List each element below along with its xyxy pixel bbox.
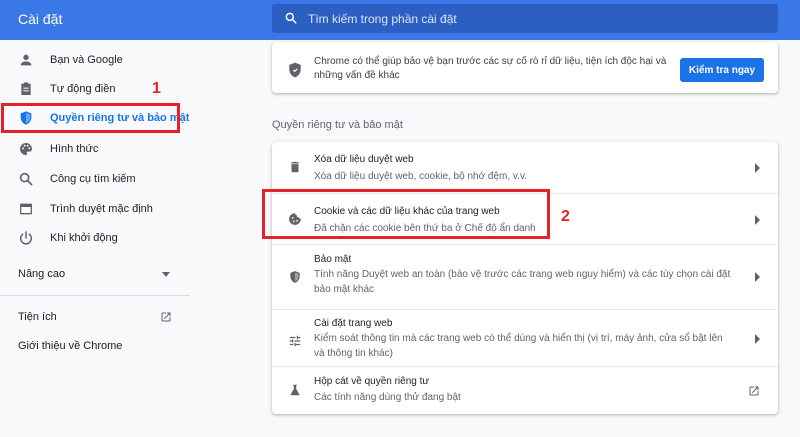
browser-icon [20,203,32,215]
palette-icon [19,143,32,155]
privacy-sandbox-row[interactable]: Hộp cát về quyền riêng tư Các tính năng … [272,366,778,414]
sidebar-advanced-label: Nâng cao [18,268,66,280]
search-input[interactable] [308,4,768,33]
annotation-box-2 [262,189,550,239]
sidebar-divider [0,295,190,296]
check-now-button[interactable]: Kiểm tra ngay [680,58,764,82]
sidebar-item-label: Hình thức [50,143,99,155]
row-subtitle: Kiểm soát thông tin mà các trang web có … [314,333,723,359]
sidebar-advanced-toggle[interactable]: Nâng cao [0,260,190,288]
sidebar-item-label: Tiện ích [18,311,57,323]
sidebar-item-autofill[interactable]: Tự động điền [0,75,190,103]
sidebar-item-appearance[interactable]: Hình thức [0,135,190,163]
row-title: Cài đặt trang web [314,318,393,329]
row-subtitle: Các tính năng dùng thử đang bật [314,392,461,403]
sidebar-item-label: Khi khởi động [50,232,118,244]
sidebar-item-label: Tự động điền [50,83,116,95]
sidebar-item-label: Giới thiệu về Chrome [18,340,123,352]
sidebar-item-about-chrome[interactable]: Giới thiệu về Chrome [0,332,190,360]
power-icon [20,231,32,245]
search-icon [19,172,33,186]
shield-icon [289,62,301,78]
sidebar-item-search-engine[interactable]: Công cụ tìm kiếm [0,165,190,193]
sidebar-item-default-browser[interactable]: Trình duyệt mặc định [0,195,190,223]
sidebar-item-you-and-google[interactable]: Bạn và Google [0,46,190,74]
search-icon [285,12,297,24]
row-title: Bảo mật [314,254,352,265]
person-icon [20,54,32,66]
page-title: Cài đặt [18,11,63,27]
chevron-right-icon [755,163,760,173]
row-title: Xóa dữ liệu duyệt web [314,154,414,165]
security-row[interactable]: Bảo mật Tính năng Duyệt web an toàn (bảo… [272,244,778,309]
sidebar-item-extensions[interactable]: Tiện ích [0,303,190,331]
sidebar: Bạn và Google Tự động điền Quyền riêng t… [0,40,190,437]
annotation-number-2: 2 [561,208,570,225]
flask-icon [290,384,300,396]
row-subtitle: Tính năng Duyệt web an toàn (bảo vệ trướ… [314,269,731,295]
annotation-number-1: 1 [152,80,161,97]
chevron-down-icon [162,272,170,277]
clipboard-icon [21,82,31,95]
row-subtitle: Xóa dữ liệu duyệt web, cookie, bộ nhớ đệ… [314,171,527,182]
chevron-right-icon [755,215,760,225]
chevron-right-icon [755,334,760,344]
privacy-settings-card: Xóa dữ liệu duyệt web Xóa dữ liệu duyệt … [272,142,778,414]
safety-check-card: Chrome có thể giúp bảo vệ bạn trước các … [272,42,778,93]
annotation-box-1 [1,103,180,133]
tune-icon [289,335,301,347]
sidebar-item-label: Công cụ tìm kiếm [50,173,136,185]
row-title: Hộp cát về quyền riêng tư [314,376,430,387]
sidebar-item-label: Trình duyệt mặc định [50,203,153,215]
chevron-right-icon [755,272,760,282]
top-bar: Cài đặt [0,0,800,40]
sidebar-item-label: Bạn và Google [50,54,123,66]
trash-icon [290,161,300,173]
safety-check-text: Chrome có thể giúp bảo vệ bạn trước các … [314,56,667,81]
search-box[interactable] [272,4,778,33]
open-external-icon [161,312,171,322]
open-external-icon [749,386,759,396]
clear-browsing-data-row[interactable]: Xóa dữ liệu duyệt web Xóa dữ liệu duyệt … [272,142,778,193]
privacy-section-title: Quyền riêng tư và bảo mật [272,119,403,131]
site-settings-row[interactable]: Cài đặt trang web Kiểm soát thông tin mà… [272,309,778,366]
sidebar-item-on-startup[interactable]: Khi khởi động [0,224,190,252]
shield-icon [290,271,300,283]
